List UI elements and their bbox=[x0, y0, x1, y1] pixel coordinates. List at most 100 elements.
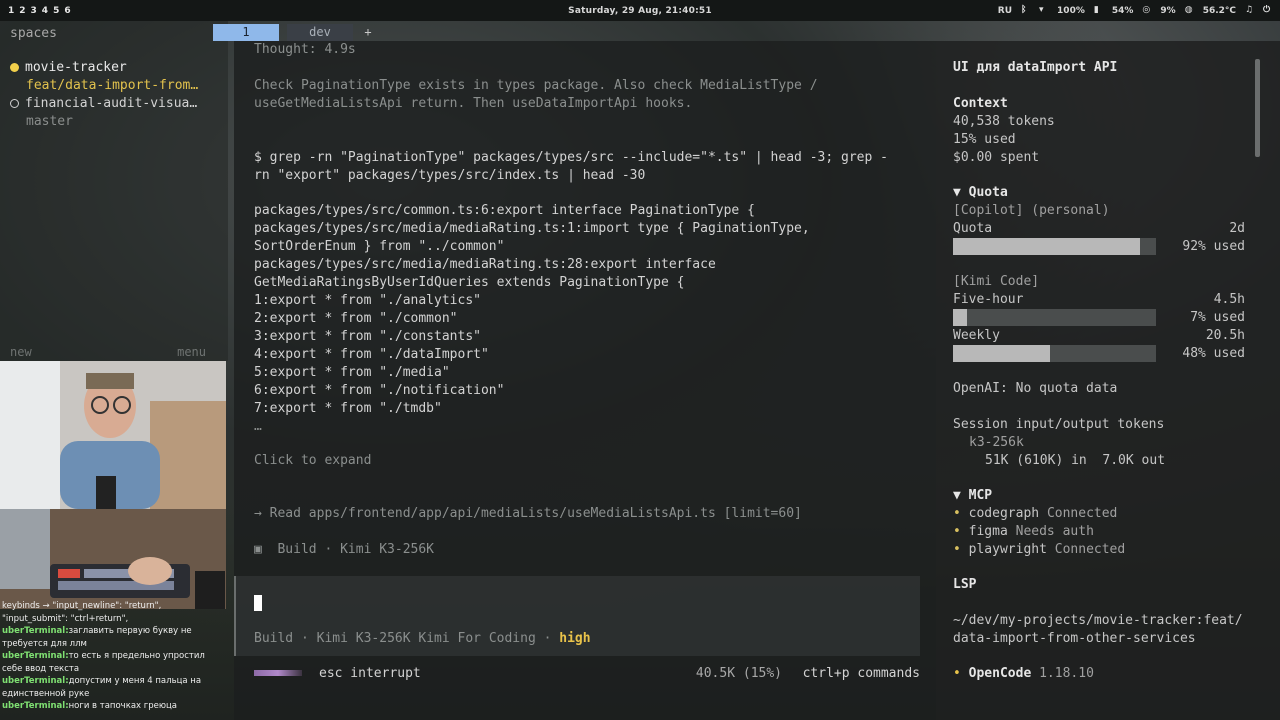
mcp-item-codegraph[interactable]: • codegraph Connected bbox=[953, 505, 1117, 523]
status-bar: 1 2 3 4 5 6 Saturday, 29 Aug, 21:40:51 R… bbox=[0, 0, 1280, 21]
sidebar-scrollbar[interactable] bbox=[1255, 59, 1260, 157]
status-dot-icon: • bbox=[953, 506, 961, 521]
menu-button[interactable]: menu bbox=[177, 345, 206, 359]
output-line: 6:export * from "./notification" bbox=[254, 383, 505, 398]
tab-1[interactable]: 1 bbox=[213, 24, 279, 41]
session-out: 7.0K out bbox=[1102, 453, 1166, 468]
session-tokens-heading: Session input/output tokens bbox=[953, 417, 1165, 432]
chat-user: uberTerminal: bbox=[2, 701, 69, 711]
lsp-heading: LSP bbox=[953, 577, 977, 592]
workspace-2[interactable]: 2 bbox=[19, 6, 25, 16]
space-item-financial-audit[interactable]: financial-audit-visua… bbox=[10, 96, 197, 111]
chat-line: "input_submit": "ctrl+return", bbox=[2, 613, 129, 624]
wifi-icon[interactable]: ▾ bbox=[1039, 6, 1048, 15]
active-dot-icon bbox=[10, 63, 19, 72]
chat-line: uberTerminal:заглавить первую букву не т… bbox=[2, 626, 192, 649]
workspace-switcher: 1 2 3 4 5 6 bbox=[8, 6, 71, 16]
thought-duration: Thought: 4.9s bbox=[254, 42, 356, 57]
space-branch-master[interactable]: master bbox=[26, 114, 73, 129]
output-line: GetMediaRatingsByUserIdQueries extends P… bbox=[254, 275, 685, 290]
output-line: 1:export * from "./analytics" bbox=[254, 293, 481, 308]
workspace-6[interactable]: 6 bbox=[64, 6, 70, 16]
space-branch-feat[interactable]: feat/data-import-from… bbox=[26, 78, 198, 93]
reasoning-line: useGetMediaListsApi return. Then useData… bbox=[254, 96, 693, 111]
weekly-bar bbox=[953, 345, 1156, 362]
battery-icon[interactable]: ▮ bbox=[1094, 6, 1103, 15]
terminal-tabs: 1 dev + bbox=[213, 24, 383, 41]
mcp-toggle[interactable]: ▼ MCP bbox=[953, 487, 992, 505]
five-hour-bar-fill bbox=[953, 309, 968, 326]
quota-toggle[interactable]: ▼ Quota bbox=[953, 184, 1008, 202]
stream-chat: keybinds → "input_newline": "return", "i… bbox=[0, 600, 210, 720]
context-tokens: 40,538 tokens bbox=[953, 114, 1055, 129]
mcp-item-figma[interactable]: • figma Needs auth bbox=[953, 523, 1094, 541]
output-line: packages/types/src/media/mediaRating.ts:… bbox=[254, 221, 810, 236]
chat-user: uberTerminal: bbox=[2, 626, 69, 636]
progress-spinner bbox=[254, 670, 302, 676]
terminal-session[interactable]: Thought: 4.9s Check PaginationType exist… bbox=[234, 41, 936, 720]
copilot-provider: [Copilot] (personal) bbox=[953, 203, 1110, 218]
status-dot-icon: • bbox=[953, 524, 961, 539]
workspace-3[interactable]: 3 bbox=[31, 6, 37, 16]
reasoning-line: Check PaginationType exists in types pac… bbox=[254, 78, 818, 93]
webcam-keyboard bbox=[0, 509, 226, 609]
context-spent: $0.00 spent bbox=[953, 150, 1040, 165]
memory-usage: 9% bbox=[1160, 5, 1176, 16]
keyboard-layout[interactable]: RU bbox=[998, 6, 1012, 16]
space-label: movie-tracker bbox=[25, 60, 127, 75]
chat-line: uberTerminal:ноги в тапочках греюца bbox=[2, 701, 178, 711]
mode-agent[interactable]: Build bbox=[254, 631, 293, 646]
workspace-4[interactable]: 4 bbox=[42, 6, 48, 16]
output-line: 7:export * from "./tmdb" bbox=[254, 401, 442, 416]
power-icon[interactable]: ⏻ bbox=[1263, 6, 1272, 15]
prompt-input-border bbox=[234, 576, 236, 656]
weekly-percent: 48% used bbox=[1182, 346, 1245, 361]
output-ellipsis: … bbox=[254, 419, 262, 434]
bell-icon[interactable]: ♫ bbox=[1245, 6, 1254, 15]
output-line: 5:export * from "./media" bbox=[254, 365, 450, 380]
system-tray: RU ᛒ ▾ 100% ▮ 54% ◎ 9% ◍ 56.2°C ♫ ⏻ bbox=[998, 6, 1272, 16]
status-dot-icon: • bbox=[953, 666, 961, 681]
chat-line: keybinds → "input_newline": "return", bbox=[2, 601, 162, 611]
esc-interrupt-hint: esc interrupt bbox=[319, 666, 421, 681]
opencode-version: • OpenCode 1.18.10 bbox=[953, 666, 1094, 681]
memory-icon: ◎ bbox=[1142, 5, 1151, 15]
output-line: SortOrderEnum } from "../common" bbox=[254, 239, 505, 254]
weekly-bar-fill bbox=[953, 345, 1051, 362]
commands-hint: ctrl+p commands bbox=[802, 666, 920, 681]
session-in: 51K (610K) in bbox=[985, 453, 1087, 468]
five-hour-bar bbox=[953, 309, 1156, 326]
output-line: 4:export * from "./dataImport" bbox=[254, 347, 489, 362]
quota-percent: 92% used bbox=[1182, 239, 1245, 254]
inactive-dot-icon bbox=[10, 99, 19, 108]
output-line: packages/types/src/media/mediaRating.ts:… bbox=[254, 257, 716, 272]
chat-user: uberTerminal: bbox=[2, 676, 69, 686]
mode-provider: Kimi For Coding bbox=[418, 631, 536, 646]
mode-effort[interactable]: high bbox=[559, 631, 590, 646]
quota-label: Quota bbox=[953, 221, 993, 236]
clock[interactable]: Saturday, 29 Aug, 21:40:51 bbox=[568, 6, 712, 16]
new-tab-button[interactable]: + bbox=[361, 24, 375, 41]
new-space-button[interactable]: new bbox=[10, 345, 32, 359]
terminal-footer: esc interrupt 40.5K (15%) ctrl+p command… bbox=[254, 665, 920, 683]
space-label: financial-audit-visua… bbox=[25, 96, 198, 111]
weekly-reset-time: 20.5h bbox=[1205, 328, 1245, 343]
thermometer-icon: ◍ bbox=[1184, 5, 1193, 15]
space-item-movie-tracker[interactable]: movie-tracker bbox=[10, 60, 127, 75]
chat-user: uberTerminal: bbox=[2, 651, 69, 661]
workspace-5[interactable]: 5 bbox=[53, 6, 59, 16]
openai-quota: OpenAI: No quota data bbox=[953, 381, 1118, 396]
mode-model[interactable]: Kimi K3-256K bbox=[317, 631, 411, 646]
expand-output-link[interactable]: Click to expand bbox=[254, 452, 371, 470]
read-tool-call[interactable]: → Read apps/frontend/app/api/mediaLists/… bbox=[254, 505, 802, 523]
keyboard-illustration bbox=[0, 509, 226, 609]
weekly-label: Weekly bbox=[953, 328, 1000, 343]
context-heading: Context bbox=[953, 96, 1008, 111]
mcp-item-playwright[interactable]: • playwright Connected bbox=[953, 541, 1125, 559]
project-path: ~/dev/my-projects/movie-tracker:feat/ bbox=[953, 613, 1243, 628]
token-count: 40.5K (15%) bbox=[695, 666, 782, 681]
bluetooth-icon[interactable]: ᛒ bbox=[1021, 6, 1030, 15]
mode-line: Build · Kimi K3-256K Kimi For Coding · h… bbox=[254, 631, 591, 646]
tab-dev[interactable]: dev bbox=[287, 24, 353, 41]
workspace-1[interactable]: 1 bbox=[8, 6, 14, 16]
